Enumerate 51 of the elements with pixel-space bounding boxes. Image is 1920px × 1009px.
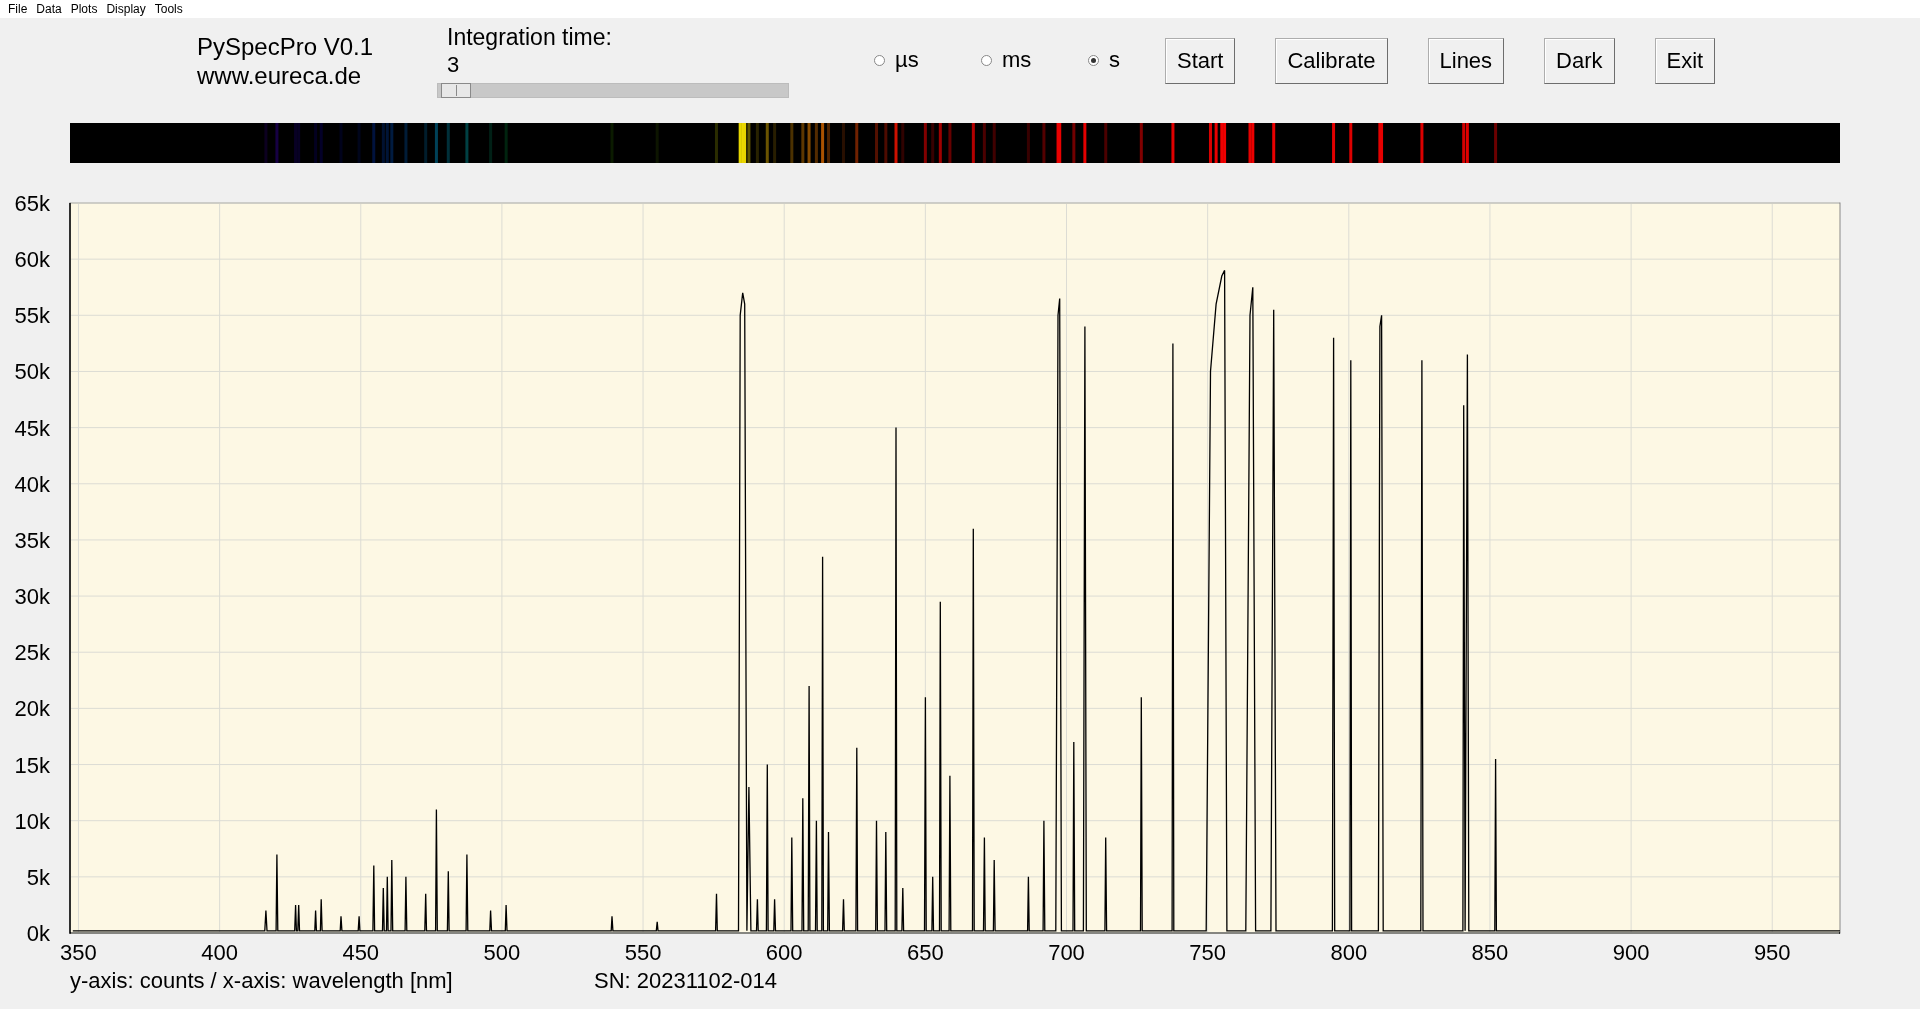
slider-thumb[interactable] [441, 83, 472, 98]
x-tick-label: 800 [1330, 940, 1368, 965]
x-tick-label: 950 [1753, 940, 1791, 965]
y-tick-label: 0k [26, 921, 50, 946]
menu-item[interactable]: Display [104, 2, 153, 16]
y-tick-label: 15k [14, 752, 50, 778]
unit-label[interactable]: µs [895, 47, 919, 73]
axis-caption: y-axis: counts / x-axis: wavelength [nm] [70, 968, 453, 993]
integration-time-value: 3 [447, 52, 461, 78]
app-title: PySpecPro V0.1 [197, 32, 375, 61]
menu-item[interactable]: Data [34, 2, 69, 16]
x-tick-label: 750 [1189, 940, 1226, 965]
unit-label[interactable]: ms [1002, 47, 1032, 73]
toolbar-button[interactable]: Dark [1544, 38, 1615, 84]
serial-number: SN: 20231102-014 [594, 968, 778, 995]
x-tick-label: 700 [1048, 940, 1085, 965]
x-tick-label: 850 [1471, 940, 1509, 965]
menu-item[interactable]: Tools [152, 2, 190, 16]
integration-time-label: Integration time: [447, 23, 613, 52]
x-tick-label: 650 [907, 940, 944, 965]
y-tick-label: 55k [14, 303, 50, 329]
menu-item[interactable]: File [6, 2, 35, 16]
y-tick-label: 35k [14, 527, 50, 553]
y-tick-label: 60k [14, 247, 50, 273]
toolbar-button[interactable]: Lines [1427, 38, 1505, 84]
toolbar-button[interactable]: Calibrate [1275, 38, 1388, 84]
y-tick-label: 65k [14, 191, 50, 216]
x-tick-label: 600 [765, 940, 803, 965]
x-tick-label: 550 [624, 940, 662, 965]
x-tick-label: 450 [342, 940, 380, 965]
y-tick-label: 40k [14, 471, 50, 497]
menu-item[interactable]: Plots [68, 2, 105, 16]
y-tick-label: 50k [14, 359, 50, 385]
y-tick-label: 25k [14, 640, 50, 666]
y-tick-label: 5k [26, 864, 50, 890]
y-tick-label: 20k [14, 696, 50, 722]
x-tick-label: 900 [1612, 940, 1650, 965]
toolbar-button[interactable]: Exit [1654, 38, 1716, 84]
x-tick-label: 500 [483, 940, 521, 965]
y-tick-label: 30k [14, 584, 50, 610]
radio-button[interactable] [874, 54, 885, 66]
x-tick-label: 350 [60, 940, 97, 965]
integration-slider[interactable] [437, 83, 789, 98]
unit-label[interactable]: s [1109, 47, 1120, 73]
x-tick-label: 400 [201, 940, 238, 965]
toolbar-button[interactable]: Start [1165, 38, 1236, 84]
y-tick-label: 10k [14, 808, 50, 834]
radio-button[interactable] [981, 54, 992, 66]
website-url: www.eureca.de [197, 61, 363, 90]
y-tick-label: 45k [14, 415, 50, 441]
radio-button[interactable] [1088, 54, 1099, 66]
